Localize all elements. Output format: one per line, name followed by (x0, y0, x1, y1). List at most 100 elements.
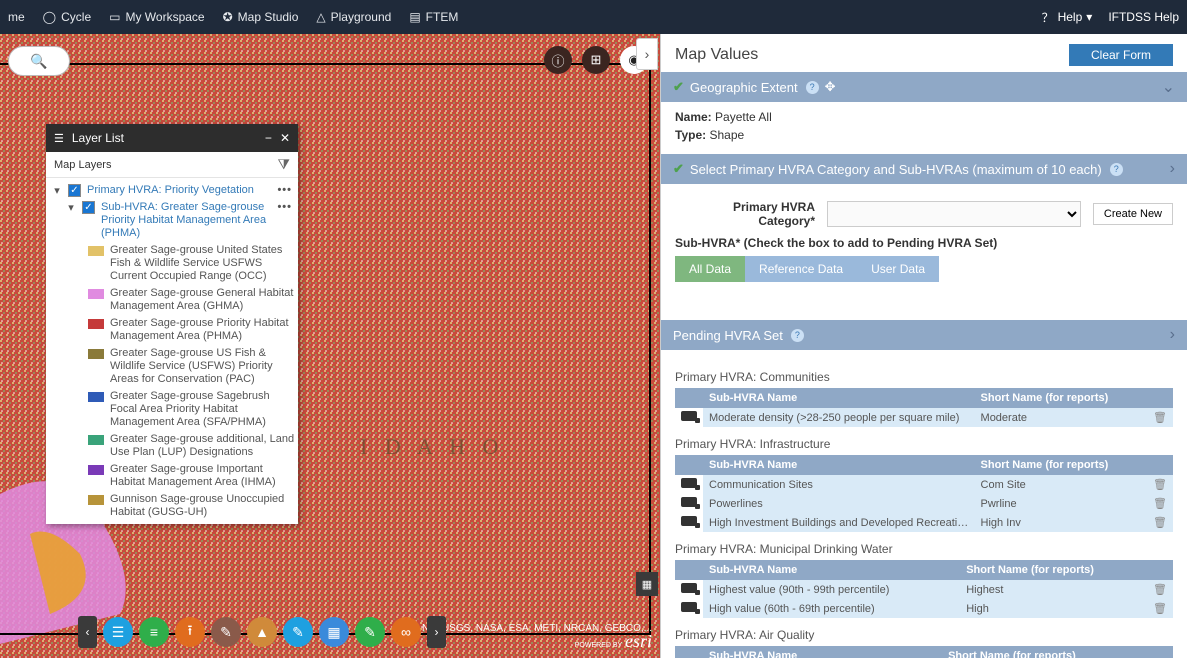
tool-fire[interactable]: ▲ (247, 617, 277, 647)
tool-upload[interactable]: ⭱ (175, 617, 205, 647)
layer-leaf[interactable]: Greater Sage-grouse United States Fish &… (88, 242, 296, 285)
layer-leaf-label: Greater Sage-grouse United States Fish &… (110, 244, 296, 283)
layer-leaf[interactable]: Gunnison Sage-grouse Unoccupied Habitat … (88, 491, 296, 521)
clear-form-button[interactable]: Clear Form (1069, 44, 1173, 66)
tool-layers[interactable]: ☰ (103, 617, 133, 647)
nav-cycle[interactable]: ◯Cycle (43, 10, 91, 24)
layer-leaf[interactable]: Greater Sage-grouse additional, Land Use… (88, 431, 296, 461)
layer-primary-menu[interactable]: ••• (277, 184, 292, 196)
pending-table: Sub-HVRA NameShort Name (for reports)Hig… (675, 560, 1173, 618)
info-button[interactable]: ⓘ (544, 46, 572, 74)
layer-leaf[interactable]: Greater Sage-grouse Important Habitat Ma… (88, 461, 296, 491)
attribute-table-button[interactable]: ▦ (636, 572, 658, 596)
layer-sub-menu[interactable]: ••• (277, 201, 292, 213)
upload-icon: ⭱ (188, 620, 193, 644)
panel-collapse-chevron[interactable]: › (636, 38, 658, 70)
nav-ftem[interactable]: ▤FTEM (409, 10, 458, 24)
toolbar-prev[interactable]: ‹ (78, 616, 97, 648)
collapse-icon[interactable]: ▾ (52, 184, 62, 197)
layer-sub-label[interactable]: Sub-HVRA: Greater Sage-grouse Priority H… (101, 201, 271, 240)
chevron-right-icon[interactable]: › (1170, 160, 1175, 178)
pending-hvra-body: Primary HVRA: CommunitiesSub-HVRA NameSh… (661, 350, 1187, 658)
short-name: Highest (960, 580, 1147, 599)
layer-leaf-label: Greater Sage-grouse Priority Habitat Man… (110, 317, 296, 343)
layer-panel-title: Layer List (72, 131, 257, 145)
select-hvra-bar[interactable]: ✔ Select Primary HVRA Category and Sub-H… (661, 154, 1187, 184)
delete-row-button[interactable]: 🗑 (1147, 408, 1173, 427)
pending-hvra-bar[interactable]: Pending HVRA Set ? › (661, 320, 1187, 350)
primary-category-select[interactable] (827, 201, 1081, 227)
layer-panel-body[interactable]: ▾ ✓ Primary HVRA: Priority Vegetation ••… (46, 178, 298, 524)
chevron-right-icon[interactable]: › (1170, 326, 1175, 344)
delete-row-button[interactable]: 🗑 (1147, 513, 1173, 532)
nav-mapstudio[interactable]: ✪Map Studio (223, 10, 299, 24)
tab-reference-data[interactable]: Reference Data (745, 256, 857, 282)
pending-table: Sub-HVRA NameShort Name (for reports)Hig… (675, 646, 1173, 658)
help-icon[interactable]: ? (1110, 163, 1123, 176)
layer-panel-header[interactable]: ☰ Layer List − ✕ (46, 124, 298, 152)
minimize-icon[interactable]: − (265, 131, 272, 145)
table-row: High Investment Buildings and Developed … (675, 513, 1173, 532)
close-icon[interactable]: ✕ (280, 131, 290, 145)
nav-home[interactable]: me (8, 10, 25, 24)
extent-button[interactable]: ⊞ (582, 46, 610, 74)
sub-hvra-name: Moderate density (>28-250 people per squ… (703, 408, 975, 427)
layer-leaf-label: Greater Sage-grouse Sagebrush Focal Area… (110, 390, 296, 429)
tool-basemap[interactable]: ≡ (139, 617, 169, 647)
delete-row-button[interactable]: 🗑 (1147, 580, 1173, 599)
help-dropdown[interactable]: ？Help▾ (1042, 9, 1093, 26)
tool-draw[interactable]: ✎ (211, 617, 241, 647)
tab-all-data[interactable]: All Data (675, 256, 745, 282)
search-box[interactable]: 🔍 (8, 46, 70, 76)
layer-leaf[interactable]: Greater Sage-grouse General Habitat Mana… (88, 285, 296, 315)
collapse-icon[interactable]: ▾ (66, 201, 76, 214)
geographic-extent-bar[interactable]: ✔ Geographic Extent ? ✥ ⌄ (661, 72, 1187, 102)
tool-share[interactable]: ∞ (391, 617, 421, 647)
nav-workspace[interactable]: ▭My Workspace (109, 10, 204, 24)
topnav: me ◯Cycle ▭My Workspace ✪Map Studio △Pla… (0, 10, 458, 24)
map-area[interactable]: I D A H O 🔍 ⓘ ⊞ ◉ › ▦ ...NC, USGS, NASA,… (0, 34, 660, 658)
move-icon[interactable]: ✥ (825, 79, 836, 95)
layer-swatch (88, 319, 104, 329)
delete-row-button[interactable]: 🗑 (1147, 599, 1173, 618)
create-new-button[interactable]: Create New (1093, 203, 1173, 225)
right-panel[interactable]: Map Values Clear Form ✔ Geographic Exten… (660, 34, 1187, 658)
select-hvra-body: Primary HVRA Category* Create New Sub-HV… (661, 184, 1187, 290)
tool-grid[interactable]: ▦ (319, 617, 349, 647)
type-value: Shape (709, 128, 744, 142)
tool-marker[interactable]: ✎ (283, 617, 313, 647)
tool-edit[interactable]: ✎ (355, 617, 385, 647)
table-row: Highest value (90th - 99th percentile)Hi… (675, 580, 1173, 599)
toolbar-next[interactable]: › (427, 616, 446, 648)
primary-category-row: Primary HVRA Category* Create New (675, 200, 1173, 228)
layer-primary-checkbox[interactable]: ✓ (68, 184, 81, 197)
pending-group-title: Primary HVRA: Municipal Drinking Water (675, 542, 1173, 556)
layer-leaf[interactable]: Greater Sage-grouse Priority Habitat Man… (88, 315, 296, 345)
short-name: High Inv (975, 513, 1148, 532)
map-layers-label: Map Layers (54, 159, 278, 171)
topbar: me ◯Cycle ▭My Workspace ✪Map Studio △Pla… (0, 0, 1187, 34)
filter-icon[interactable]: ⧩ (278, 156, 291, 173)
iftdss-help[interactable]: IFTDSS Help (1108, 10, 1179, 24)
layer-sub-row: ▾ ✓ Sub-HVRA: Greater Sage-grouse Priori… (48, 199, 296, 242)
layer-leaf[interactable]: Greater Sage-grouse Sagebrush Focal Area… (88, 388, 296, 431)
chevron-down-icon[interactable]: ⌄ (1162, 77, 1175, 97)
table-row: Moderate density (>28-250 people per squ… (675, 408, 1173, 427)
layer-primary-label[interactable]: Primary HVRA: Priority Vegetation (87, 184, 271, 197)
workspace-icon: ▭ (109, 10, 120, 24)
delete-row-button[interactable]: 🗑 (1147, 475, 1173, 494)
delete-row-button[interactable]: 🗑 (1147, 494, 1173, 513)
layer-leaf-label: Greater Sage-grouse US Fish & Wildlife S… (110, 347, 296, 386)
map-toolbar: ‹ ☰ ≡ ⭱ ✎ ▲ ✎ ▦ ✎ ∞ › (78, 616, 446, 648)
grid-icon: ▦ (327, 624, 340, 641)
us-map-icon (681, 497, 697, 507)
tab-user-data[interactable]: User Data (857, 256, 939, 282)
check-icon: ✔ (673, 161, 684, 177)
layer-leaf[interactable]: Greater Sage-grouse US Fish & Wildlife S… (88, 345, 296, 388)
layer-sub-checkbox[interactable]: ✓ (82, 201, 95, 214)
marker-icon: ✎ (292, 624, 304, 641)
help-icon[interactable]: ? (806, 81, 819, 94)
help-icon[interactable]: ? (791, 329, 804, 342)
nav-playground[interactable]: △Playground (316, 10, 391, 24)
pending-group-title: Primary HVRA: Air Quality (675, 628, 1173, 642)
